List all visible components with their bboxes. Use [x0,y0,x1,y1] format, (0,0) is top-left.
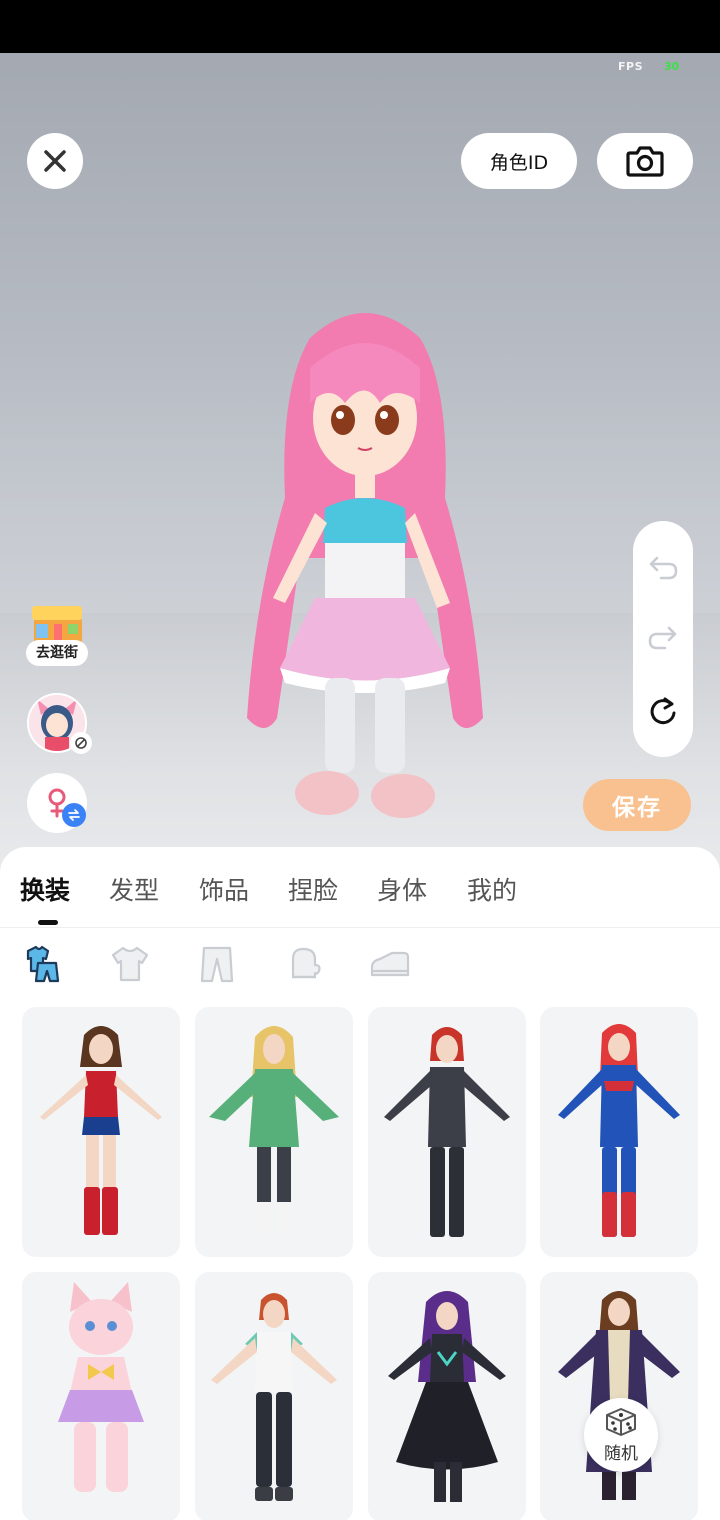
outfit-item[interactable] [22,1007,180,1257]
pants-icon [200,946,234,983]
role-id-button[interactable]: 角色ID [461,133,577,189]
shop-label: 去逛街 [26,640,88,666]
shirt-icon [111,946,149,982]
redo-button[interactable] [645,620,681,656]
tab-face[interactable]: 捏脸 [288,871,338,907]
outfit-item[interactable] [195,1007,353,1257]
undo-icon [649,556,678,580]
tab-outfit[interactable]: 换装 [20,871,70,907]
outfit-item[interactable] [540,1272,698,1520]
subcat-shoes[interactable] [366,941,412,987]
random-button[interactable]: 随机 [584,1398,658,1472]
shoe-icon [370,951,410,977]
dice-icon [606,1407,636,1436]
subcat-gloves[interactable] [281,941,327,987]
glove-icon [291,947,321,979]
fps-label: FPS [618,60,643,73]
close-button[interactable] [27,133,83,189]
outfit-item[interactable] [540,1007,698,1257]
outfit-black-combat-suit [384,1027,510,1237]
subcat-bottoms[interactable] [194,941,240,987]
tab-hairstyle[interactable]: 发型 [109,871,159,907]
outfit-red-blue-star-suit [558,1024,680,1237]
outfit-green-kimono [209,1026,339,1232]
outfit-item[interactable] [368,1007,526,1257]
outfit-set-icon [26,945,60,983]
fps-value: 30 [664,60,680,73]
outfit-pink-cat-dress [58,1282,144,1492]
outfit-item[interactable] [195,1272,353,1520]
eye-off-icon [75,737,87,749]
save-button[interactable]: 保存 [583,779,691,831]
redo-icon [648,626,677,650]
go-shopping-button[interactable]: 去逛街 [26,604,88,666]
swap-badge [62,803,86,827]
active-tab-indicator [38,920,58,925]
outfit-purple-gothic-dress [388,1291,506,1502]
category-tabs: 换装 发型 饰品 捏脸 身体 我的 [0,847,720,929]
undo-button[interactable] [645,550,681,586]
reset-button[interactable] [645,693,681,729]
subcat-outfit-set[interactable] [20,941,66,987]
outfit-purple-robe-uniform [558,1291,680,1500]
outfit-white-tee-track-pants [211,1293,337,1501]
subcategory-bar [0,941,720,991]
status-bar [0,0,720,53]
tab-mine[interactable]: 我的 [467,871,517,907]
outfit-red-blue-heroine [40,1026,162,1235]
subcat-tops[interactable] [107,941,153,987]
tab-accessories[interactable]: 饰品 [199,871,249,907]
outfit-item[interactable] [368,1272,526,1520]
avatar-hidden-badge [70,732,92,754]
tabs-divider [0,927,720,928]
outfit-item[interactable] [22,1272,180,1520]
close-icon [44,150,66,172]
camera-button[interactable] [597,133,693,189]
tab-body[interactable]: 身体 [377,871,427,907]
reset-icon [650,697,676,725]
camera-icon [626,146,664,177]
swap-icon [68,809,80,821]
character-model [247,313,483,818]
history-controls [633,521,693,757]
random-label: 随机 [604,1443,638,1464]
